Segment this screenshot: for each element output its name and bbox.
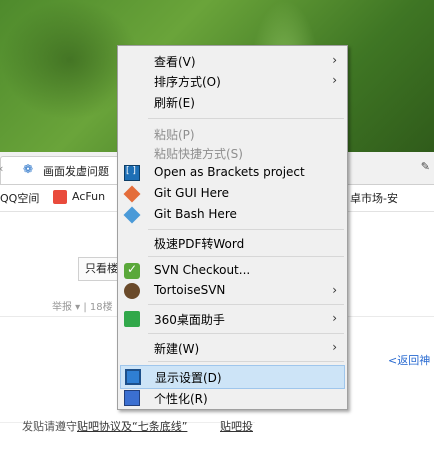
- menu-separator: [148, 256, 344, 257]
- menu-item-personalize[interactable]: 个性化(R): [120, 387, 345, 409]
- menu-item-label: Git GUI Here: [154, 186, 230, 200]
- notice-prefix: 发贴请遵守: [22, 420, 77, 433]
- tab-scroll-left-icon[interactable]: ‹: [0, 162, 9, 176]
- menu-item-label: 个性化(R): [154, 392, 208, 406]
- brackets-icon: [124, 165, 140, 181]
- menu-item-label: Open as Brackets project: [154, 165, 305, 179]
- menu-item-view[interactable]: 查看(V) ›: [120, 50, 345, 72]
- menu-separator: [148, 304, 344, 305]
- blank-area: [255, 408, 434, 465]
- 360-desktop-icon: [124, 311, 140, 327]
- menu-item-sort[interactable]: 排序方式(O) ›: [120, 70, 345, 92]
- posting-notice: 发贴请遵守贴吧协议及“七条底线”: [22, 418, 187, 434]
- menu-separator: [148, 333, 344, 334]
- menu-item-paste-shortcut: 粘贴快捷方式(S): [120, 142, 345, 164]
- back-link[interactable]: <返回神: [388, 352, 430, 368]
- menu-item-new[interactable]: 新建(W) ›: [120, 337, 345, 359]
- menu-item-360-desktop[interactable]: 360桌面助手 ›: [120, 308, 345, 330]
- menu-item-label: TortoiseSVN: [154, 283, 226, 297]
- menu-item-label: Git Bash Here: [154, 207, 237, 221]
- bookmark-app-market[interactable]: 卓市场-安: [350, 190, 398, 206]
- menu-item-label: 新建(W): [154, 342, 200, 356]
- menu-item-refresh[interactable]: 刷新(E): [120, 91, 345, 113]
- submenu-arrow-icon: ›: [332, 53, 337, 67]
- display-settings-icon: [125, 369, 141, 385]
- menu-separator: [148, 118, 344, 119]
- acfun-icon: [53, 190, 67, 204]
- menu-separator: [148, 361, 344, 362]
- menu-item-label: 粘贴(P): [154, 128, 195, 142]
- menu-item-svn-checkout[interactable]: SVN Checkout...: [120, 260, 345, 282]
- submenu-arrow-icon: ›: [332, 283, 337, 297]
- svn-checkout-icon: [124, 262, 140, 279]
- submenu-arrow-icon: ›: [332, 311, 337, 325]
- personalize-icon: [124, 390, 140, 406]
- menu-item-label: 显示设置(D): [155, 371, 222, 385]
- menu-item-label: 查看(V): [154, 55, 196, 69]
- menu-item-label: 刷新(E): [154, 96, 195, 110]
- menu-item-label: SVN Checkout...: [154, 263, 251, 277]
- menu-item-pdf-to-word[interactable]: 极速PDF转Word: [120, 232, 345, 254]
- menu-separator: [148, 229, 344, 230]
- submenu-arrow-icon: ›: [332, 340, 337, 354]
- tortoisesvn-icon: [124, 283, 140, 299]
- desktop-context-menu: 查看(V) › 排序方式(O) › 刷新(E) 粘贴(P) 粘贴快捷方式(S) …: [117, 45, 348, 410]
- tieba-extra-link[interactable]: 贴吧投: [220, 418, 253, 434]
- tab-title: 画面发虚问题: [43, 165, 109, 178]
- menu-item-tortoisesvn[interactable]: TortoiseSVN ›: [120, 280, 345, 302]
- baidu-tieba-favicon-icon: ❁: [23, 162, 34, 176]
- tieba-agreement-link[interactable]: 贴吧协议及“七条底线”: [77, 420, 187, 433]
- menu-item-label: 极速PDF转Word: [154, 237, 245, 251]
- menu-item-git-gui[interactable]: Git GUI Here: [120, 183, 345, 205]
- submenu-arrow-icon: ›: [332, 73, 337, 87]
- menu-item-label: 360桌面助手: [154, 313, 225, 327]
- menu-item-open-brackets[interactable]: Open as Brackets project: [120, 162, 345, 184]
- menu-item-git-bash[interactable]: Git Bash Here: [120, 204, 345, 226]
- git-gui-icon: [123, 185, 141, 203]
- report-floor-text[interactable]: 举报 ▾ | 18楼: [52, 298, 113, 313]
- bookmark-acfun[interactable]: AcFun: [72, 190, 105, 203]
- bookmark-qq-space[interactable]: QQ空间: [0, 190, 39, 206]
- menu-item-label: 粘贴快捷方式(S): [154, 147, 243, 161]
- menu-item-display-settings[interactable]: 显示设置(D): [120, 365, 345, 389]
- menu-item-label: 排序方式(O): [154, 75, 221, 89]
- pin-icon[interactable]: ✎: [421, 160, 430, 173]
- git-bash-icon: [123, 206, 141, 224]
